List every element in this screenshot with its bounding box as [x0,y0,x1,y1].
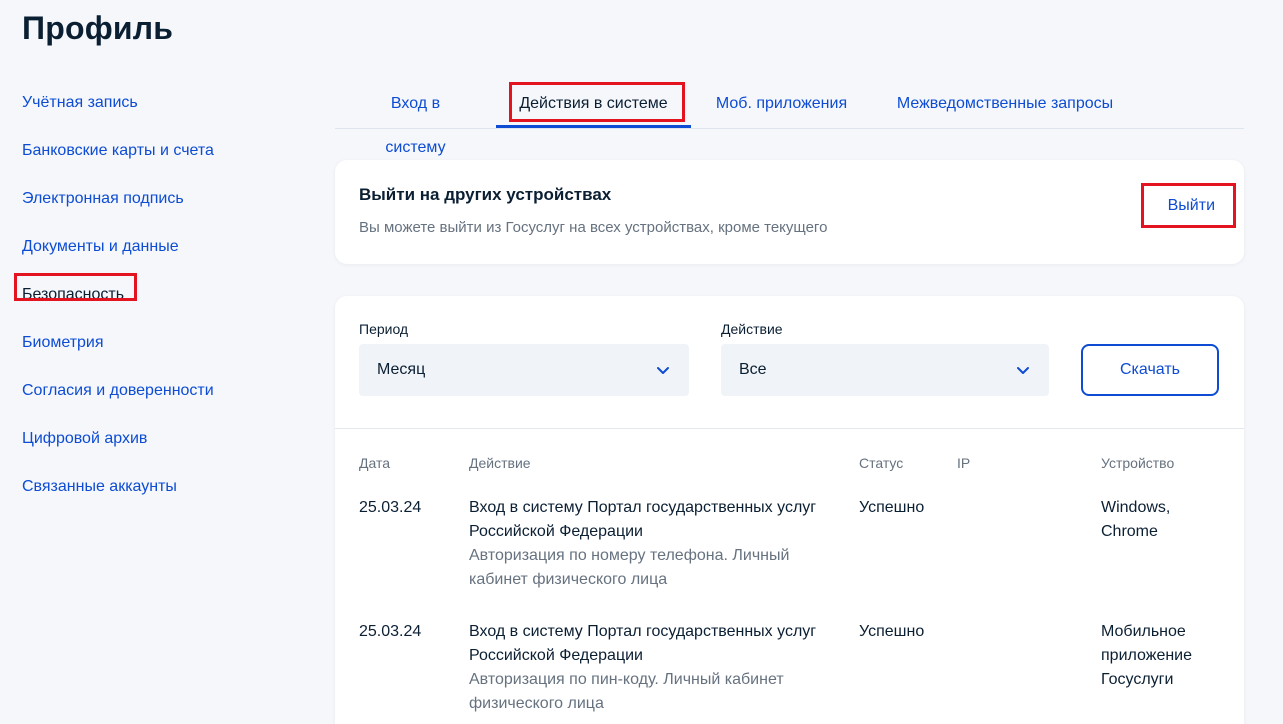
row-date: 25.03.24 [359,499,422,516]
sidebar-item-label: Безопасность [22,286,125,303]
sidebar: Учётная запись Банковские карты и счета … [14,92,302,524]
column-header-ip: IP [957,455,971,471]
action-select-value: Все [739,361,767,378]
logout-button[interactable]: Выйти [1141,183,1236,228]
sidebar-item-account[interactable]: Учётная запись [22,92,302,140]
sidebar-item-consents[interactable]: Согласия и доверенности [22,380,302,428]
action-label: Действие [721,321,783,337]
tab-login[interactable]: Вход в систему [359,82,472,156]
divider [335,428,1244,429]
sidebar-item-security[interactable]: Безопасность [14,273,302,332]
period-select-value: Месяц [377,361,426,378]
row-action-cell: Вход в систему Портал государственных ус… [469,496,829,592]
row-status: Успешно [859,623,925,640]
sidebar-item-e-signature[interactable]: Электронная подпись [22,188,302,236]
logout-card-title: Выйти на других устройствах [359,185,612,204]
download-button[interactable]: Скачать [1081,344,1219,396]
column-header-status: Статус [859,455,904,471]
action-select[interactable]: Все [721,344,1049,396]
tab-interagency-requests[interactable]: Межведомственные запросы [896,82,1114,126]
column-header-date: Дата [359,455,391,471]
logout-other-devices-card: Выйти на других устройствах Вы можете вы… [335,160,1244,264]
row-action-detail: Авторизация по номеру телефона. Личный к… [469,547,790,588]
row-action: Вход в систему Портал государственных ус… [469,623,817,664]
action-log-card: Период Месяц Действие Все Скачать Дата Д… [335,296,1244,724]
sidebar-item-digital-archive[interactable]: Цифровой архив [22,428,302,476]
column-header-device: Устройство [1101,455,1175,471]
tab-mobile-apps[interactable]: Моб. приложения [715,82,848,126]
sidebar-item-bank-cards[interactable]: Банковские карты и счета [22,140,302,188]
sidebar-item-linked-accounts[interactable]: Связанные аккаунты [22,476,302,524]
page-title: Профиль [22,10,174,46]
row-action-detail: Авторизация по пин-коду. Личный кабинет … [469,671,784,712]
sidebar-item-biometrics[interactable]: Биометрия [22,332,302,380]
row-date: 25.03.24 [359,623,422,640]
period-select[interactable]: Месяц [359,344,689,396]
chevron-down-icon [1017,367,1029,374]
row-device: Мобильное приложение Госуслуги [1101,623,1193,688]
row-action: Вход в систему Портал государственных ус… [469,499,817,540]
tab-bar: Вход в систему Действия в системе Моб. п… [335,82,1244,156]
tab-system-actions[interactable]: Действия в системе [496,82,691,128]
logout-card-description: Вы можете выйти из Госуслуг на всех устр… [359,219,828,236]
row-status: Успешно [859,499,925,516]
row-action-cell: Вход в систему Портал государственных ус… [469,620,829,716]
profile-page: Профиль Учётная запись Банковские карты … [0,0,1283,724]
chevron-down-icon [657,367,669,374]
period-label: Период [359,321,409,337]
column-header-action: Действие [469,455,531,471]
row-device: Windows, Chrome [1101,499,1171,540]
sidebar-item-documents[interactable]: Документы и данные [22,236,302,284]
